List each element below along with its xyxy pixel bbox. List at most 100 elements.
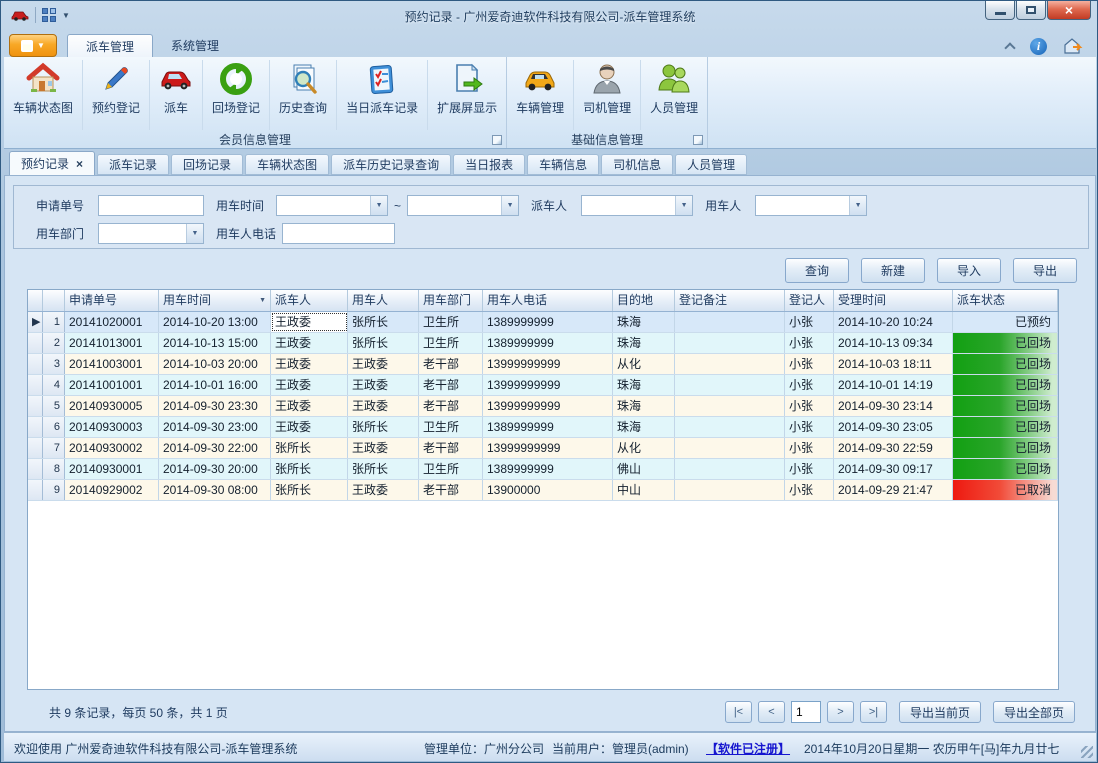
table-row[interactable]: 9201409290022014-09-30 08:00张所长王政委老干部139… — [28, 480, 1058, 501]
cell-reg[interactable]: 小张 — [785, 459, 834, 479]
personnel-management-button[interactable]: 人员管理 — [641, 60, 707, 130]
cell-remark[interactable] — [675, 354, 785, 374]
export-button[interactable]: 导出 — [1013, 258, 1077, 283]
cell-accept[interactable]: 2014-10-03 18:11 — [834, 354, 953, 374]
cell-dest[interactable]: 从化 — [613, 354, 675, 374]
cell-dept[interactable]: 卫生所 — [419, 333, 483, 353]
cell-reg[interactable]: 小张 — [785, 480, 834, 500]
query-button[interactable]: 查询 — [785, 258, 849, 283]
cell-status[interactable]: 已回场 — [953, 438, 1058, 458]
cell-status[interactable]: 已回场 — [953, 333, 1058, 353]
table-row[interactable]: 6201409300032014-09-30 23:00王政委张所长卫生所138… — [28, 417, 1058, 438]
cell-status[interactable]: 已预约 — [953, 312, 1058, 332]
cell-dept[interactable]: 卫生所 — [419, 417, 483, 437]
col-header-dept[interactable]: 用车部门 — [419, 290, 483, 311]
cell-accept[interactable]: 2014-10-20 10:24 — [834, 312, 953, 332]
cell-disp[interactable]: 张所长 — [271, 438, 348, 458]
cell-ind[interactable] — [28, 375, 43, 395]
cell-time[interactable]: 2014-10-03 20:00 — [159, 354, 271, 374]
cell-reg[interactable]: 小张 — [785, 438, 834, 458]
table-row[interactable]: 7201409300022014-09-30 22:00张所长王政委老干部139… — [28, 438, 1058, 459]
cell-disp[interactable]: 王政委 — [271, 396, 348, 416]
cell-status[interactable]: 已回场 — [953, 354, 1058, 374]
cell-num[interactable]: 1 — [43, 312, 65, 332]
homepage-icon[interactable] — [1063, 37, 1083, 55]
cell-num[interactable]: 7 — [43, 438, 65, 458]
order-no-input[interactable] — [98, 195, 204, 216]
restore-button[interactable] — [1016, 1, 1046, 20]
phone-input[interactable] — [282, 223, 395, 244]
cell-order[interactable]: 20141020001 — [65, 312, 159, 332]
cell-user[interactable]: 王政委 — [348, 396, 419, 416]
cell-dest[interactable]: 中山 — [613, 480, 675, 500]
tab-dispatch-history-query[interactable]: 派车历史记录查询 — [331, 154, 451, 175]
cell-status[interactable]: 已回场 — [953, 375, 1058, 395]
first-page-button[interactable]: |< — [725, 701, 752, 723]
cell-order[interactable]: 20140930005 — [65, 396, 159, 416]
cell-remark[interactable] — [675, 312, 785, 332]
cell-user[interactable]: 张所长 — [348, 417, 419, 437]
history-query-button[interactable]: 历史查询 — [270, 60, 337, 130]
cell-order[interactable]: 20140929002 — [65, 480, 159, 500]
cell-reg[interactable]: 小张 — [785, 333, 834, 353]
ribbon-tab-system[interactable]: 系统管理 — [153, 34, 237, 57]
cell-accept[interactable]: 2014-09-30 22:59 — [834, 438, 953, 458]
col-header-indicator[interactable] — [28, 290, 43, 311]
cell-user[interactable]: 张所长 — [348, 459, 419, 479]
cell-accept[interactable]: 2014-09-29 21:47 — [834, 480, 953, 500]
dispatcher-select[interactable]: ▼ — [581, 195, 693, 216]
cell-user[interactable]: 张所长 — [348, 312, 419, 332]
cell-order[interactable]: 20141003001 — [65, 354, 159, 374]
cell-user[interactable]: 王政委 — [348, 480, 419, 500]
cell-dest[interactable]: 佛山 — [613, 459, 675, 479]
import-button[interactable]: 导入 — [937, 258, 1001, 283]
cell-status[interactable]: 已回场 — [953, 459, 1058, 479]
cell-order[interactable]: 20140930002 — [65, 438, 159, 458]
reservation-register-button[interactable]: 预约登记 — [83, 60, 150, 130]
dept-select[interactable]: ▼ — [98, 223, 204, 244]
cell-time[interactable]: 2014-10-20 13:00 — [159, 312, 271, 332]
cell-ind[interactable] — [28, 459, 43, 479]
cell-user[interactable]: 王政委 — [348, 375, 419, 395]
cell-user[interactable]: 王政委 — [348, 438, 419, 458]
cell-accept[interactable]: 2014-09-30 09:17 — [834, 459, 953, 479]
cell-reg[interactable]: 小张 — [785, 312, 834, 332]
cell-disp[interactable]: 王政委 — [271, 417, 348, 437]
next-page-button[interactable]: > — [827, 701, 854, 723]
cell-accept[interactable]: 2014-09-30 23:05 — [834, 417, 953, 437]
col-header-user[interactable]: 用车人 — [348, 290, 419, 311]
col-header-status[interactable]: 派车状态 — [953, 290, 1058, 311]
extended-screen-button[interactable]: 扩展屏显示 — [428, 60, 506, 130]
tab-personnel-management[interactable]: 人员管理 — [675, 154, 747, 175]
cell-phone[interactable]: 1389999999 — [483, 417, 613, 437]
cell-order[interactable]: 20141001001 — [65, 375, 159, 395]
cell-ind[interactable] — [28, 438, 43, 458]
collapse-ribbon-icon[interactable] — [1004, 42, 1015, 53]
cell-dest[interactable]: 从化 — [613, 438, 675, 458]
info-icon[interactable]: i — [1030, 38, 1047, 55]
cell-ind[interactable] — [28, 354, 43, 374]
cell-phone[interactable]: 13999999999 — [483, 438, 613, 458]
cell-disp[interactable]: 张所长 — [271, 480, 348, 500]
cell-dept[interactable]: 老干部 — [419, 396, 483, 416]
cell-order[interactable]: 20140930001 — [65, 459, 159, 479]
cell-user[interactable]: 张所长 — [348, 333, 419, 353]
cell-reg[interactable]: 小张 — [785, 396, 834, 416]
cell-phone[interactable]: 13999999999 — [483, 354, 613, 374]
create-button[interactable]: 新建 — [861, 258, 925, 283]
cell-status[interactable]: 已取消 — [953, 480, 1058, 500]
cell-num[interactable]: 6 — [43, 417, 65, 437]
cell-ind[interactable] — [28, 480, 43, 500]
driver-management-button[interactable]: 司机管理 — [574, 60, 641, 130]
cell-num[interactable]: 2 — [43, 333, 65, 353]
col-header-use-time[interactable]: 用车时间 ▼ — [159, 290, 271, 311]
cell-ind[interactable] — [28, 417, 43, 437]
cell-dept[interactable]: 卫生所 — [419, 459, 483, 479]
tab-dispatch-records[interactable]: 派车记录 — [97, 154, 169, 175]
cell-dept[interactable]: 老干部 — [419, 375, 483, 395]
return-register-button[interactable]: 回场登记 — [203, 60, 270, 130]
close-tab-icon[interactable]: × — [76, 159, 83, 169]
close-button[interactable]: × — [1047, 1, 1091, 20]
page-number-input[interactable] — [791, 701, 821, 723]
cell-time[interactable]: 2014-09-30 23:00 — [159, 417, 271, 437]
